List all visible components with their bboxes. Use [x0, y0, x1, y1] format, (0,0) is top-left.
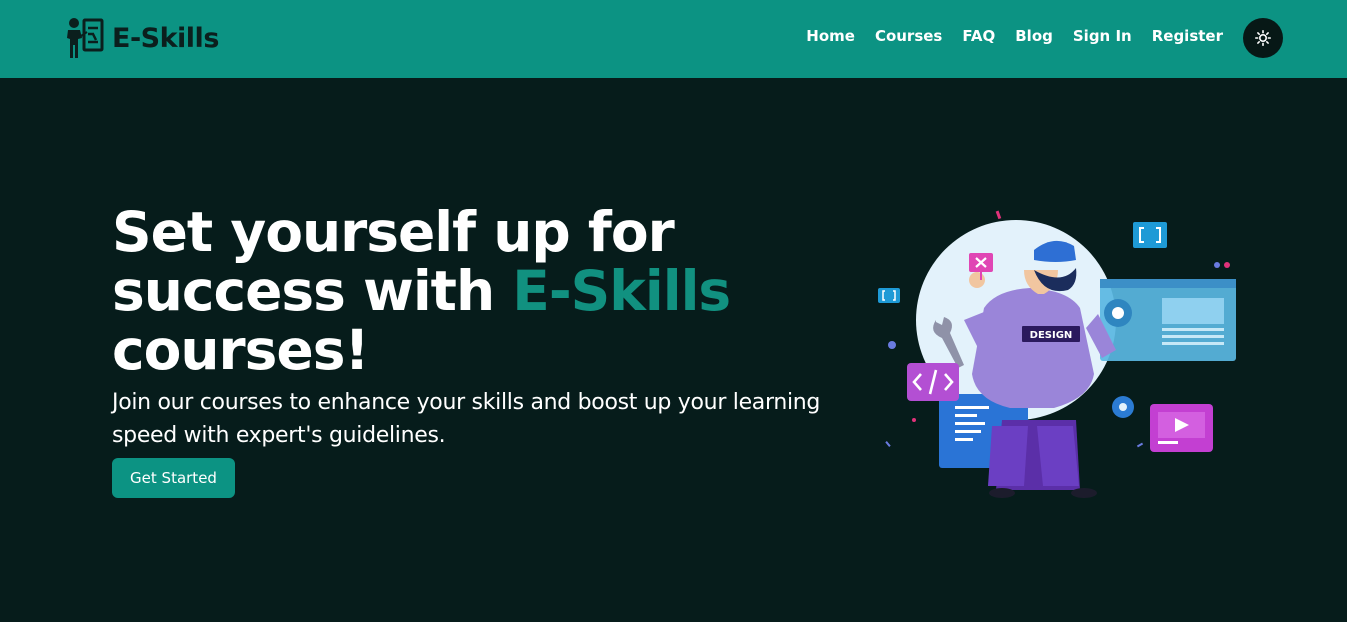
- hero-title: Set yourself up for success with E-Skill…: [112, 203, 812, 380]
- brackets-badge-small-icon: [878, 288, 900, 303]
- design-badge-label: DESIGN: [1030, 330, 1073, 341]
- nav-link-courses[interactable]: Courses: [875, 27, 942, 45]
- sun-icon: [1255, 30, 1271, 46]
- nav-link-faq[interactable]: FAQ: [962, 27, 995, 45]
- theme-toggle-button[interactable]: [1243, 18, 1283, 58]
- gear-icon: [1112, 396, 1134, 418]
- brackets-badge-large-icon: [1133, 222, 1167, 248]
- navbar: E-Skills Home Courses FAQ Blog Sign In R…: [0, 0, 1347, 78]
- nav-links: Home Courses FAQ Blog Sign In Register: [806, 27, 1223, 45]
- hero-title-line3: courses!: [112, 318, 370, 382]
- hero-title-line1: Set yourself up for: [112, 200, 675, 264]
- hero-illustration: DESIGN: [878, 210, 1236, 498]
- hero-subtitle: Join our courses to enhance your skills …: [112, 390, 821, 448]
- nav-link-register[interactable]: Register: [1152, 27, 1223, 45]
- nav-link-blog[interactable]: Blog: [1015, 27, 1053, 45]
- nav-link-home[interactable]: Home: [806, 27, 855, 45]
- brand-name: E-Skills: [112, 22, 219, 54]
- logo-icon: [67, 18, 104, 58]
- hero-title-accent: E-Skills: [512, 259, 731, 323]
- brand[interactable]: E-Skills: [66, 16, 219, 60]
- dashboard-window-icon: [1100, 279, 1236, 361]
- hero-title-line2-prefix: success with: [112, 259, 513, 323]
- video-player-icon: [1150, 404, 1213, 452]
- nav-link-sign-in[interactable]: Sign In: [1073, 27, 1132, 45]
- get-started-button[interactable]: Get Started: [112, 458, 235, 498]
- code-tag-icon: [907, 363, 959, 401]
